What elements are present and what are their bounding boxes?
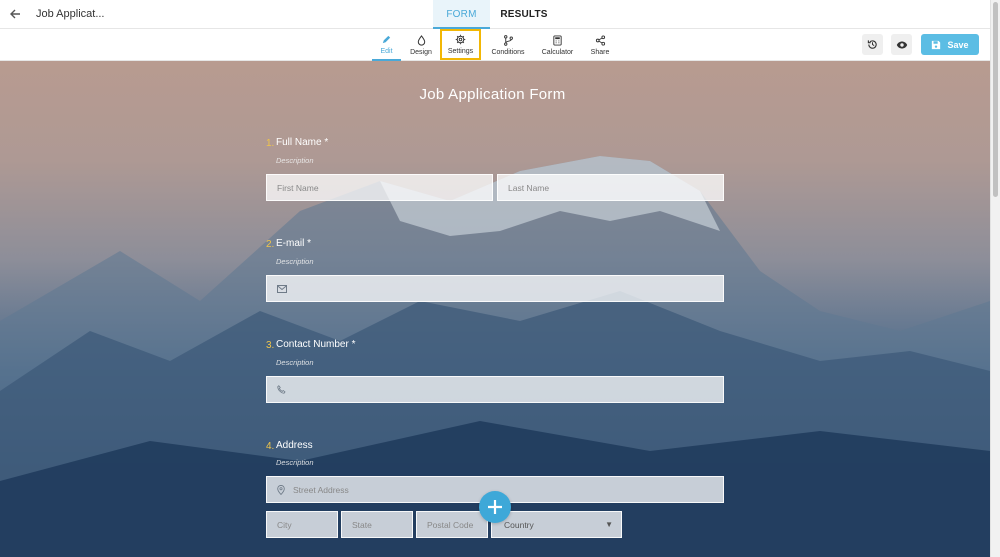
toolbar-conditions[interactable]: Conditions [489, 29, 527, 61]
calculator-icon [553, 34, 562, 46]
tab-results[interactable]: RESULTS [500, 0, 548, 29]
eye-icon [896, 41, 907, 48]
toolbar-calculator[interactable]: Calculator [539, 29, 576, 61]
question-2-number: 2. [266, 239, 275, 250]
question-2-label[interactable]: E-mail * [276, 238, 311, 249]
state-field[interactable]: State [341, 511, 413, 538]
back-arrow-icon[interactable] [6, 5, 24, 23]
required-mark: * [351, 339, 356, 350]
droplet-icon [417, 34, 425, 46]
editor-toolbar: Edit Design Settings Conditions Calculat… [0, 29, 990, 61]
plus-icon [488, 500, 502, 514]
email-field[interactable] [266, 275, 724, 302]
scrollbar[interactable] [990, 0, 1000, 557]
preview-button[interactable] [891, 34, 912, 55]
first-name-placeholder: First Name [277, 182, 319, 193]
country-select[interactable]: Country ▼ [491, 511, 622, 538]
question-1-number: 1. [266, 138, 275, 149]
question-3-label-text: Contact Number [276, 339, 349, 350]
phone-icon [277, 385, 286, 394]
required-mark: * [307, 238, 312, 249]
share-icon [595, 34, 605, 46]
toolbar-share[interactable]: Share [589, 29, 611, 61]
last-name-field[interactable]: Last Name [497, 174, 724, 201]
save-button[interactable]: Save [921, 34, 979, 55]
required-mark: * [324, 137, 329, 148]
top-bar: Job Applicat... FORM RESULTS [0, 0, 990, 29]
postal-code-placeholder: Postal Code [427, 519, 474, 530]
history-button[interactable] [862, 34, 883, 55]
form-title[interactable]: Job Application Form [0, 86, 985, 103]
toolbar-settings[interactable]: Settings [440, 29, 481, 60]
question-4-label[interactable]: Address [276, 440, 313, 451]
gear-icon [455, 34, 466, 45]
pencil-icon [382, 35, 391, 43]
question-4-number: 4. [266, 441, 275, 452]
toolbar-edit[interactable]: Edit [372, 29, 401, 61]
scrollbar-thumb[interactable] [993, 2, 998, 197]
question-1-label-text: Full Name [276, 137, 322, 148]
form-canvas: Job Application Form 1. Full Name * Desc… [0, 61, 990, 557]
question-4-label-text: Address [276, 440, 313, 451]
toolbar-conditions-label: Conditions [491, 48, 525, 56]
question-2-description[interactable]: Description [276, 257, 314, 266]
toolbar-share-label: Share [590, 48, 610, 56]
toolbar-design[interactable]: Design [408, 29, 434, 61]
question-1-label[interactable]: Full Name * [276, 137, 328, 148]
toolbar-settings-label: Settings [447, 48, 474, 55]
toolbar-calculator-label: Calculator [541, 48, 574, 56]
add-question-button[interactable] [479, 491, 511, 523]
toolbar-edit-label: Edit [380, 47, 393, 55]
envelope-icon [277, 284, 287, 293]
question-3-number: 3. [266, 340, 275, 351]
question-2-label-text: E-mail [276, 238, 305, 249]
question-3-description[interactable]: Description [276, 358, 314, 367]
floppy-disk-icon [932, 40, 941, 49]
question-3-label[interactable]: Contact Number * [276, 339, 356, 350]
street-address-placeholder: Street Address [293, 484, 349, 495]
contact-number-field[interactable] [266, 376, 724, 403]
country-value: Country [504, 519, 534, 530]
first-name-field[interactable]: First Name [266, 174, 493, 201]
history-icon [867, 40, 877, 49]
save-label: Save [947, 39, 969, 50]
chevron-down-icon: ▼ [605, 520, 613, 529]
city-field[interactable]: City [266, 511, 338, 538]
branch-icon [503, 34, 513, 46]
tab-form[interactable]: FORM [433, 0, 490, 29]
question-1-description[interactable]: Description [276, 156, 314, 165]
location-pin-icon [277, 484, 285, 495]
question-4-description[interactable]: Description [276, 458, 314, 467]
toolbar-design-label: Design [410, 48, 432, 56]
city-placeholder: City [277, 519, 292, 530]
postal-code-field[interactable]: Postal Code [416, 511, 488, 538]
last-name-placeholder: Last Name [508, 182, 550, 193]
state-placeholder: State [352, 519, 372, 530]
form-name[interactable]: Job Applicat... [36, 8, 105, 20]
